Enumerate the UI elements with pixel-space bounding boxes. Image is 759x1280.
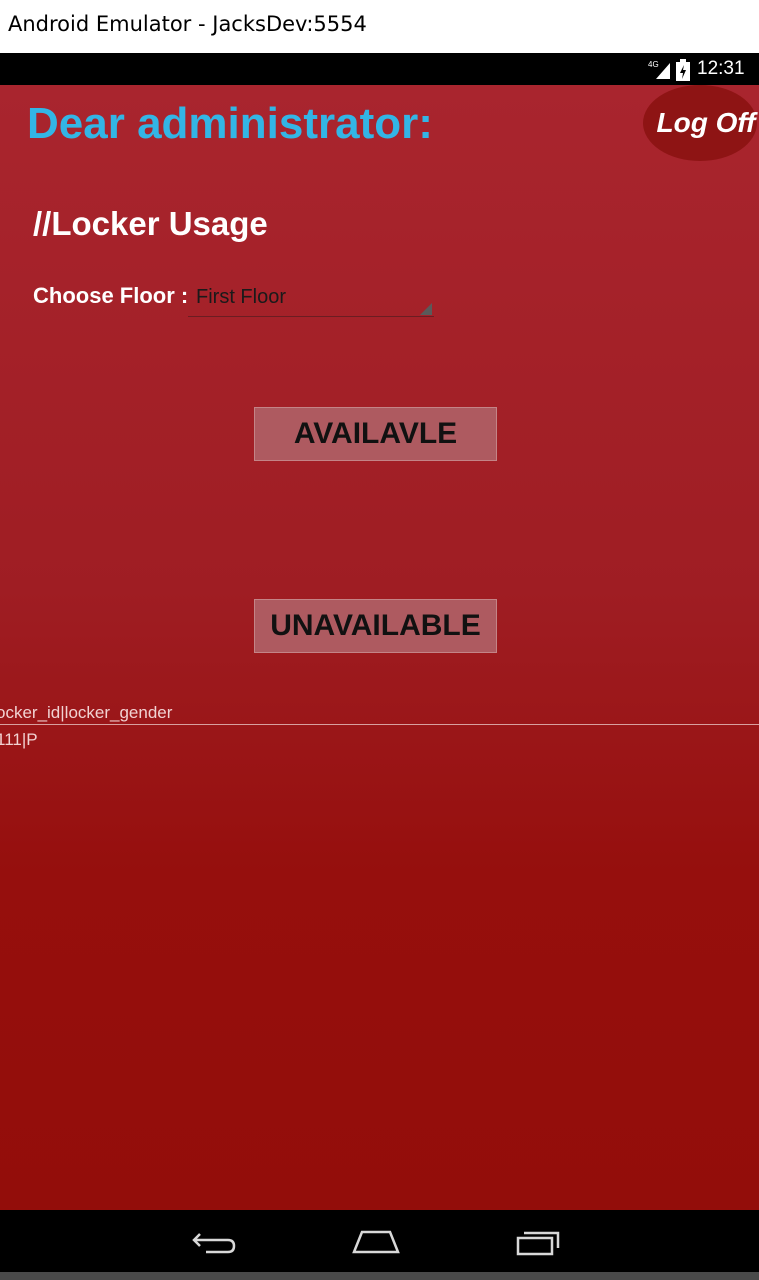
floor-selected-value: First Floor	[196, 286, 286, 308]
network-type-label: 4G	[648, 60, 659, 69]
window-title: Android Emulator - JacksDev:5554	[8, 12, 367, 36]
dropdown-arrow-icon	[420, 303, 432, 315]
window-titlebar: Android Emulator - JacksDev:5554	[0, 0, 759, 53]
table-row: 111|P	[0, 730, 38, 749]
floor-label: Choose Floor :	[33, 283, 189, 308]
recents-icon[interactable]	[516, 1226, 562, 1256]
navigation-bar	[0, 1210, 759, 1272]
status-time: 12:31	[697, 58, 745, 79]
home-icon[interactable]	[352, 1228, 400, 1254]
table-header: ocker_id|locker_gender	[0, 703, 173, 722]
bottom-edge	[0, 1272, 759, 1280]
battery-icon	[676, 59, 690, 81]
available-button[interactable]: AVAILAVLE	[254, 407, 497, 461]
logoff-label: Log Off	[656, 107, 756, 138]
unavailable-button[interactable]: UNAVAILABLE	[254, 599, 497, 653]
page-title: Dear administrator:	[27, 99, 433, 148]
section-title: //Locker Usage	[33, 205, 268, 242]
back-icon[interactable]	[190, 1228, 236, 1256]
floor-dropdown[interactable]: First Floor	[188, 283, 434, 317]
signal-icon: 4G	[648, 60, 670, 79]
status-bar: 4G 12:31	[0, 53, 759, 85]
table-divider	[0, 724, 759, 725]
logoff-button[interactable]: Log Off	[643, 85, 757, 161]
app-screen: Dear administrator: Log Off //Locker Usa…	[0, 85, 759, 1210]
